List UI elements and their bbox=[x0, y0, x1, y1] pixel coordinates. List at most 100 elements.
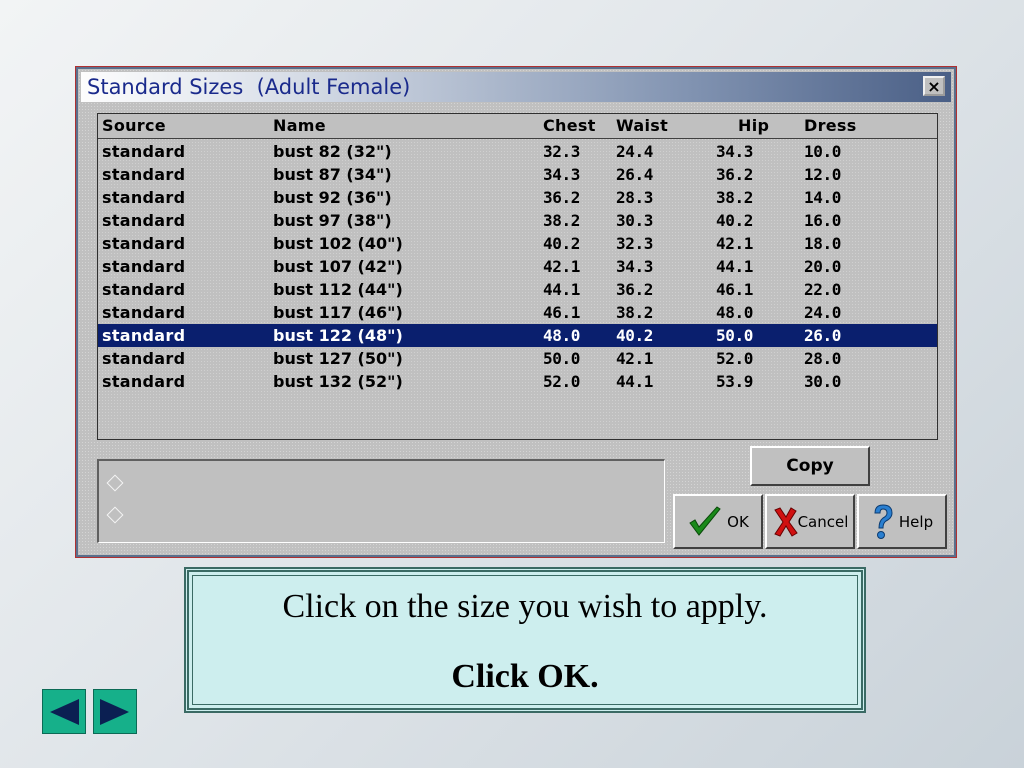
grid-rows: standard bust 82 (32") 32.3 24.4 34.3 10.0 sta… bbox=[98, 140, 937, 393]
cell-chest: 40.2 bbox=[543, 234, 580, 253]
table-row[interactable]: standard bust 87 (34") 34.3 26.4 36.2 12.0 bbox=[98, 163, 937, 186]
cell-source: standard bbox=[102, 142, 186, 161]
cell-hip: 40.2 bbox=[716, 211, 753, 230]
cell-waist: 38.2 bbox=[616, 303, 653, 322]
table-row[interactable]: standard bust 132 (52") 52.0 44.1 53.9 30.0 bbox=[98, 370, 937, 393]
column-header-hip[interactable]: Hip bbox=[738, 116, 769, 135]
cell-hip: 42.1 bbox=[716, 234, 753, 253]
cell-name: bust 112 (44") bbox=[273, 280, 403, 299]
cell-name: bust 117 (46") bbox=[273, 303, 403, 322]
cell-hip: 48.0 bbox=[716, 303, 753, 322]
table-row[interactable]: standard bust 112 (44") 44.1 36.2 46.1 22.0 bbox=[98, 278, 937, 301]
cell-waist: 28.3 bbox=[616, 188, 653, 207]
next-slide-button[interactable] bbox=[93, 689, 137, 734]
cell-hip: 46.1 bbox=[716, 280, 753, 299]
cell-chest: 50.0 bbox=[543, 349, 580, 368]
table-row[interactable]: standard bust 97 (38") 38.2 30.3 40.2 16.0 bbox=[98, 209, 937, 232]
cell-hip: 36.2 bbox=[716, 165, 753, 184]
sizes-grid: Source Name Chest Waist Hip Dress standa… bbox=[97, 113, 938, 440]
cell-dress: 24.0 bbox=[804, 303, 841, 322]
table-row[interactable]: standard bust 127 (50") 50.0 42.1 52.0 28.0 bbox=[98, 347, 937, 370]
cell-source: standard bbox=[102, 303, 186, 322]
cell-name: bust 87 (34") bbox=[273, 165, 392, 184]
cell-waist: 26.4 bbox=[616, 165, 653, 184]
cell-name: bust 107 (42") bbox=[273, 257, 403, 276]
cell-chest: 34.3 bbox=[543, 165, 580, 184]
cell-dress: 20.0 bbox=[804, 257, 841, 276]
cell-dress: 30.0 bbox=[804, 372, 841, 391]
question-icon bbox=[871, 503, 895, 541]
cell-hip: 53.9 bbox=[716, 372, 753, 391]
cell-dress: 26.0 bbox=[804, 326, 841, 345]
cell-dress: 16.0 bbox=[804, 211, 841, 230]
instruction-line-2: Click OK. bbox=[451, 658, 599, 695]
help-button[interactable]: Help bbox=[857, 494, 947, 549]
close-button[interactable]: × bbox=[923, 76, 945, 96]
cell-name: bust 127 (50") bbox=[273, 349, 403, 368]
cell-source: standard bbox=[102, 234, 186, 253]
cell-waist: 36.2 bbox=[616, 280, 653, 299]
cell-hip: 38.2 bbox=[716, 188, 753, 207]
instruction-line-1: Click on the size you wish to apply. bbox=[282, 588, 768, 625]
cell-source: standard bbox=[102, 165, 186, 184]
cell-hip: 44.1 bbox=[716, 257, 753, 276]
instruction-box: Click on the size you wish to apply. Cli… bbox=[184, 567, 866, 713]
cell-hip: 34.3 bbox=[716, 142, 753, 161]
cell-source: standard bbox=[102, 326, 186, 345]
diamond-icon bbox=[106, 506, 124, 524]
cancel-button[interactable]: Cancel bbox=[765, 494, 855, 549]
cell-chest: 42.1 bbox=[543, 257, 580, 276]
cell-name: bust 122 (48") bbox=[273, 326, 403, 345]
cell-chest: 36.2 bbox=[543, 188, 580, 207]
copy-button[interactable]: Copy bbox=[750, 446, 870, 486]
cell-chest: 52.0 bbox=[543, 372, 580, 391]
grid-header: Source Name Chest Waist Hip Dress bbox=[98, 114, 937, 139]
close-icon: × bbox=[927, 76, 941, 96]
cell-waist: 42.1 bbox=[616, 349, 653, 368]
info-panel bbox=[97, 459, 665, 543]
title-bar[interactable]: Standard Sizes (Adult Female) × bbox=[81, 72, 951, 102]
previous-slide-button[interactable] bbox=[42, 689, 86, 734]
table-row[interactable]: standard bust 82 (32") 32.3 24.4 34.3 10.0 bbox=[98, 140, 937, 163]
cell-name: bust 97 (38") bbox=[273, 211, 392, 230]
cell-dress: 28.0 bbox=[804, 349, 841, 368]
table-row[interactable]: standard bust 102 (40") 40.2 32.3 42.1 18.0 bbox=[98, 232, 937, 255]
column-header-dress[interactable]: Dress bbox=[804, 116, 857, 135]
cell-chest: 38.2 bbox=[543, 211, 580, 230]
cell-source: standard bbox=[102, 280, 186, 299]
check-icon bbox=[687, 505, 723, 539]
ok-button[interactable]: OK bbox=[673, 494, 763, 549]
cell-source: standard bbox=[102, 349, 186, 368]
cell-waist: 40.2 bbox=[616, 326, 653, 345]
copy-button-label: Copy bbox=[786, 456, 834, 476]
triangle-right-icon bbox=[100, 698, 129, 725]
cell-source: standard bbox=[102, 372, 186, 391]
cell-dress: 22.0 bbox=[804, 280, 841, 299]
cell-source: standard bbox=[102, 211, 186, 230]
table-row[interactable]: standard bust 122 (48") 48.0 40.2 50.0 26.0 bbox=[98, 324, 937, 347]
help-button-label: Help bbox=[898, 512, 934, 531]
cell-source: standard bbox=[102, 257, 186, 276]
column-header-chest[interactable]: Chest bbox=[543, 116, 596, 135]
column-header-waist[interactable]: Waist bbox=[616, 116, 668, 135]
cell-dress: 10.0 bbox=[804, 142, 841, 161]
diamond-icon bbox=[106, 474, 124, 492]
cell-hip: 52.0 bbox=[716, 349, 753, 368]
cell-waist: 24.4 bbox=[616, 142, 653, 161]
table-row[interactable]: standard bust 107 (42") 42.1 34.3 44.1 20.0 bbox=[98, 255, 937, 278]
cell-waist: 34.3 bbox=[616, 257, 653, 276]
cell-waist: 32.3 bbox=[616, 234, 653, 253]
cell-chest: 48.0 bbox=[543, 326, 580, 345]
cell-name: bust 92 (36") bbox=[273, 188, 392, 207]
cancel-button-label: Cancel bbox=[797, 512, 849, 531]
column-header-source[interactable]: Source bbox=[102, 116, 166, 135]
table-row[interactable]: standard bust 92 (36") 36.2 28.3 38.2 14.0 bbox=[98, 186, 937, 209]
ok-button-label: OK bbox=[727, 512, 749, 531]
cell-hip: 50.0 bbox=[716, 326, 753, 345]
cell-dress: 14.0 bbox=[804, 188, 841, 207]
column-header-name[interactable]: Name bbox=[273, 116, 326, 135]
cell-chest: 44.1 bbox=[543, 280, 580, 299]
cell-waist: 44.1 bbox=[616, 372, 653, 391]
cell-name: bust 102 (40") bbox=[273, 234, 403, 253]
table-row[interactable]: standard bust 117 (46") 46.1 38.2 48.0 24.0 bbox=[98, 301, 937, 324]
